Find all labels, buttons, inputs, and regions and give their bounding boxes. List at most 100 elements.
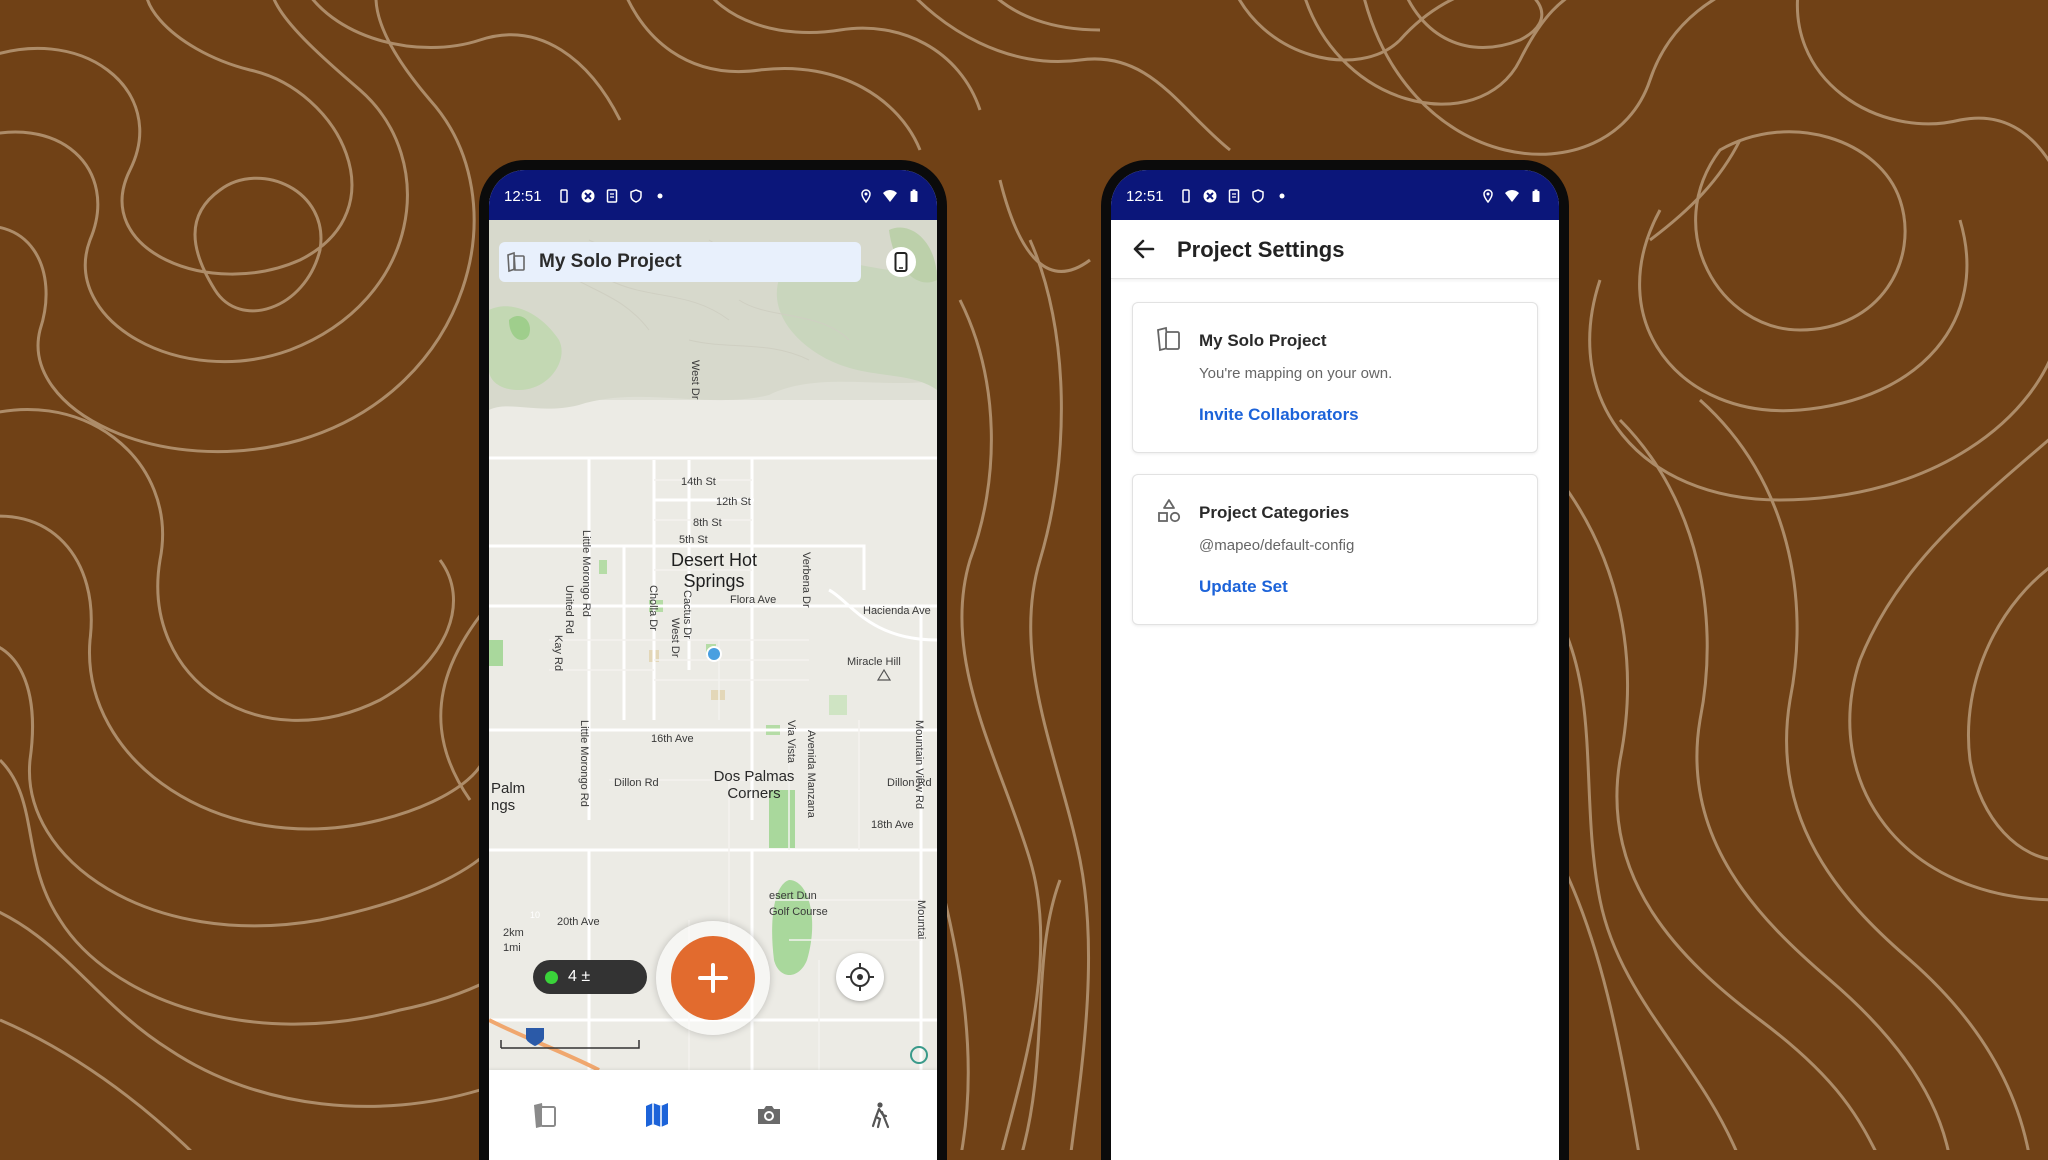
map-label: 5th St xyxy=(679,534,708,546)
battery-icon xyxy=(910,189,918,202)
invite-collaborators-link[interactable]: Invite Collaborators xyxy=(1199,405,1359,425)
shield-icon xyxy=(630,189,642,203)
status-bar: 12:51 xyxy=(1111,170,1559,220)
hiker-icon xyxy=(871,1102,890,1129)
map-label: Flora Ave xyxy=(730,594,777,606)
locate-me-button[interactable] xyxy=(836,953,884,1001)
gps-accuracy-pill[interactable]: 4 ± xyxy=(533,960,647,994)
project-selector[interactable]: My Solo Project xyxy=(499,242,861,282)
place-label-line: Golf Course xyxy=(769,906,828,918)
phone-icon xyxy=(894,252,908,272)
settings-circle-icon xyxy=(1203,189,1217,203)
map-label: Hacienda Ave xyxy=(863,605,931,617)
phone-settings-screen: 12:51 Project Settings My Solo Project Y… xyxy=(1101,160,1569,1160)
scale-label-km: 2km xyxy=(503,927,524,939)
document-icon xyxy=(606,189,618,203)
project-description: You're mapping on your own. xyxy=(1199,365,1393,382)
status-time: 12:51 xyxy=(1126,188,1164,205)
place-label-line: Palm xyxy=(491,780,526,797)
cards-icon xyxy=(1157,326,1180,352)
shapes-icon xyxy=(1158,499,1181,523)
notification-icons xyxy=(557,187,667,205)
scale-label-mi: 1mi xyxy=(503,942,521,954)
map-label: 18th Ave xyxy=(871,819,914,831)
categories-card: Project Categories @mapeo/default-config… xyxy=(1132,474,1538,625)
cards-icon xyxy=(507,251,525,273)
map-label: Little Morongo Rd xyxy=(580,530,592,617)
nav-tracks[interactable] xyxy=(857,1091,905,1139)
map-label: Dillon Rd xyxy=(614,777,659,789)
map-label: Little Morongo Rd xyxy=(578,720,590,807)
notification-icons xyxy=(1179,187,1289,205)
add-observation-button[interactable] xyxy=(671,936,755,1020)
phone-small-icon xyxy=(1182,189,1190,203)
project-title: My Solo Project xyxy=(539,251,682,272)
place-label: Palm ngs xyxy=(491,780,525,814)
status-bar: 12:51 xyxy=(489,170,937,220)
map-label: Cactus Dr xyxy=(681,590,693,639)
project-card: My Solo Project You're mapping on your o… xyxy=(1132,302,1538,453)
dot-icon xyxy=(1279,193,1285,199)
back-button[interactable] xyxy=(1129,234,1159,264)
place-label: esert Dun Golf Course xyxy=(769,888,828,920)
wifi-icon xyxy=(883,190,897,202)
dot-icon xyxy=(657,193,663,199)
map-label: Cholla Dr xyxy=(647,585,659,631)
map-label: 20th Ave xyxy=(557,916,600,928)
place-label-line: esert Dun xyxy=(769,890,817,902)
device-button[interactable] xyxy=(886,247,916,277)
settings-screen: 12:51 Project Settings My Solo Project Y… xyxy=(1111,170,1559,1160)
map-screen: 12:51 West Dr 14th St 12th St 8th St 5th… xyxy=(489,170,937,1160)
map-label: Kay Rd xyxy=(552,635,564,672)
app-header: Project Settings xyxy=(1111,220,1559,279)
categories-title: Project Categories xyxy=(1199,503,1350,522)
topographic-background xyxy=(0,0,2048,1150)
city-label-line: Desert Hot xyxy=(670,550,758,570)
crosshair-icon xyxy=(846,963,874,991)
page-title: Project Settings xyxy=(1177,237,1345,262)
wifi-icon xyxy=(1505,190,1519,202)
place-label-line: Corners xyxy=(727,785,781,802)
system-icons xyxy=(1481,187,1543,205)
location-icon xyxy=(1483,189,1493,203)
place-label-line: Dos Palmas xyxy=(713,768,795,785)
location-icon xyxy=(861,189,871,203)
gps-accuracy-text: 4 ± xyxy=(568,968,591,985)
map-label: Via Vista xyxy=(785,720,797,764)
camera-icon xyxy=(758,1106,780,1124)
map-label: Miracle Hill xyxy=(847,656,901,668)
map-label: West Dr xyxy=(669,618,681,658)
map-label: 14th St xyxy=(681,476,716,488)
map-label: 12th St xyxy=(716,496,751,508)
system-icons xyxy=(859,187,921,205)
interstate-shield-label: 10 xyxy=(530,910,541,920)
place-label-line: ngs xyxy=(491,797,516,814)
project-name: My Solo Project xyxy=(1199,331,1327,350)
nav-map[interactable] xyxy=(633,1091,681,1139)
map-label: West Dr xyxy=(689,360,701,400)
phone-small-icon xyxy=(560,189,568,203)
status-time: 12:51 xyxy=(504,188,542,205)
gps-status-dot xyxy=(545,970,558,984)
update-set-link[interactable]: Update Set xyxy=(1199,577,1288,597)
map-icon xyxy=(646,1103,668,1127)
arrow-left-icon xyxy=(1133,239,1155,259)
map-label: 16th Ave xyxy=(651,733,694,745)
map-label: 8th St xyxy=(693,517,722,529)
phone-map-screen: 12:51 West Dr 14th St 12th St 8th St 5th… xyxy=(479,160,947,1160)
nav-camera[interactable] xyxy=(745,1091,793,1139)
plus-icon xyxy=(698,963,728,993)
shield-icon xyxy=(1252,189,1264,203)
bottom-navigation xyxy=(489,1070,937,1160)
city-label: Desert Hot Springs xyxy=(649,550,779,592)
map-label: Mountain View Rd xyxy=(913,720,925,810)
map-label: Mountai xyxy=(915,900,927,940)
categories-config-name: @mapeo/default-config xyxy=(1199,537,1355,554)
city-label-line: Springs xyxy=(683,571,745,591)
settings-circle-icon xyxy=(581,189,595,203)
map-label: Verbena Dr xyxy=(800,552,812,608)
nav-observations[interactable] xyxy=(521,1091,569,1139)
document-icon xyxy=(1228,189,1240,203)
place-label: Dos Palmas Corners xyxy=(699,768,809,802)
cards-icon xyxy=(534,1103,556,1128)
